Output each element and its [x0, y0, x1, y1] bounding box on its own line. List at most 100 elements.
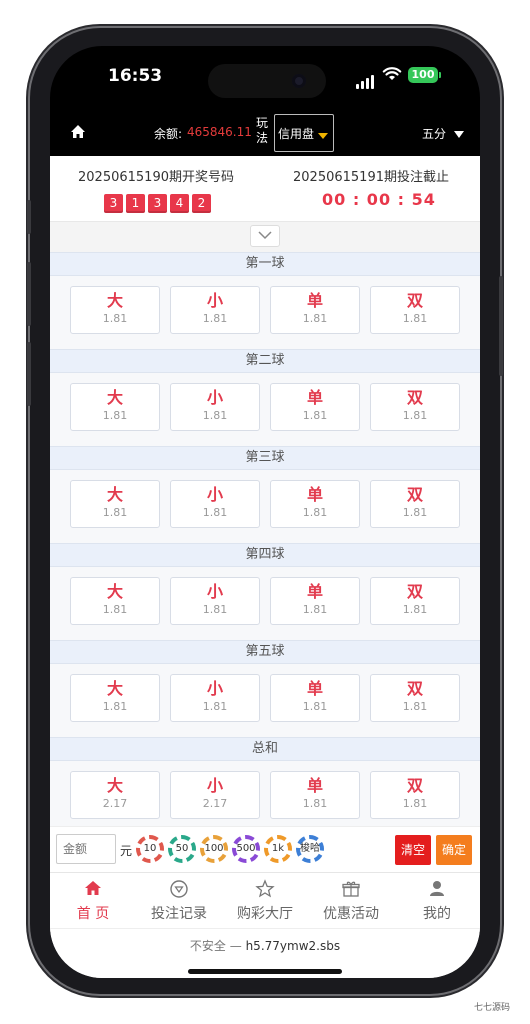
option-odds: 1.81 [302, 409, 328, 422]
clear-button[interactable]: 清空 [395, 835, 431, 865]
bet-option[interactable]: 大 1.81 [70, 577, 160, 625]
bet-option[interactable]: 小 1.81 [170, 577, 260, 625]
section-header: 第二球 [50, 349, 480, 373]
draw-info: 20250615190期开奖号码 31342 20250615191期投注截止 … [50, 156, 480, 222]
battery-icon: 100 [408, 67, 441, 83]
home-indicator[interactable] [188, 969, 342, 974]
bet-option[interactable]: 大 2.17 [70, 771, 160, 819]
option-odds: 1.81 [202, 603, 228, 616]
bet-option[interactable]: 双 1.81 [370, 286, 460, 334]
tab-promotions[interactable]: 优惠活动 [308, 879, 394, 923]
home-icon[interactable] [70, 124, 86, 139]
user-icon [394, 879, 480, 901]
bet-bar: 元 10 50 100 500 1k 梭哈 清空 确定 [50, 826, 480, 872]
bet-option[interactable]: 小 2.17 [170, 771, 260, 819]
balance-value: 465846.11 [187, 125, 252, 139]
option-odds: 1.81 [302, 312, 328, 325]
option-name: 单 [306, 679, 323, 698]
section-header: 第三球 [50, 446, 480, 470]
power-button [499, 276, 503, 376]
option-odds: 2.17 [102, 797, 128, 810]
confirm-button[interactable]: 确定 [436, 835, 472, 865]
bet-option[interactable]: 小 1.81 [170, 383, 260, 431]
tab-lobby[interactable]: 购彩大厅 [222, 879, 308, 923]
option-odds: 2.17 [202, 797, 228, 810]
unit-label: 元 [120, 844, 133, 858]
bet-option[interactable]: 单 1.81 [270, 383, 360, 431]
period-select-value: 五分 [422, 127, 447, 141]
tab-home[interactable]: 首 页 [50, 879, 136, 923]
url-bar[interactable]: 不安全 — h5.77ymw2.sbs [50, 928, 480, 978]
chip-all-in[interactable]: 梭哈 [296, 835, 324, 863]
expand-row [50, 222, 480, 252]
chip-10[interactable]: 10 [136, 835, 164, 863]
wifi-icon [382, 67, 402, 80]
chip-100[interactable]: 100 [200, 835, 228, 863]
option-odds: 1.81 [102, 603, 128, 616]
option-odds: 1.81 [302, 603, 328, 616]
bet-option[interactable]: 大 1.81 [70, 674, 160, 722]
home-icon [50, 879, 136, 901]
option-name: 小 [206, 291, 223, 310]
url-host: h5.77ymw2.sbs [245, 939, 341, 953]
mode-select[interactable]: 信用盘 [274, 114, 334, 152]
option-odds: 1.81 [402, 797, 428, 810]
bet-option[interactable]: 单 1.81 [270, 577, 360, 625]
draw-ball: 4 [170, 194, 189, 213]
bet-option[interactable]: 小 1.81 [170, 674, 260, 722]
tab-bar: 首 页 投注记录 购彩大厅 优惠活动 我的 [50, 872, 480, 928]
balance-label: 余额: [154, 127, 183, 141]
tab-label: 首 页 [76, 906, 110, 922]
draw-ball: 3 [104, 194, 123, 213]
tab-mine[interactable]: 我的 [394, 879, 480, 923]
last-draw-title: 20250615190期开奖号码 [78, 170, 234, 185]
option-odds: 1.81 [202, 312, 228, 325]
bet-option[interactable]: 单 1.81 [270, 674, 360, 722]
record-icon [136, 879, 222, 901]
bet-option[interactable]: 双 1.81 [370, 674, 460, 722]
bet-option[interactable]: 单 1.81 [270, 480, 360, 528]
status-time: 16:53 [108, 66, 163, 86]
dynamic-island [208, 64, 326, 98]
option-name: 双 [406, 776, 423, 795]
bet-option[interactable]: 大 1.81 [70, 383, 160, 431]
chip-1k[interactable]: 1k [264, 835, 292, 863]
options-row: 大 1.81 小 1.81 单 1.81 双 1.81 [50, 567, 480, 640]
play-label: 玩法 [256, 116, 269, 145]
option-odds: 1.81 [402, 409, 428, 422]
option-odds: 1.81 [202, 409, 228, 422]
bet-option[interactable]: 双 1.81 [370, 577, 460, 625]
option-name: 小 [206, 485, 223, 504]
amount-input[interactable] [56, 834, 116, 864]
option-odds: 1.81 [402, 312, 428, 325]
bet-option[interactable]: 双 1.81 [370, 383, 460, 431]
options-row: 大 1.81 小 1.81 单 1.81 双 1.81 [50, 470, 480, 543]
last-draw-numbers: 31342 [104, 192, 214, 213]
bet-option[interactable]: 大 1.81 [70, 286, 160, 334]
bet-option[interactable]: 大 1.81 [70, 480, 160, 528]
option-name: 单 [306, 485, 323, 504]
option-odds: 1.81 [202, 700, 228, 713]
period-select[interactable]: 五分 [422, 125, 465, 142]
bet-option[interactable]: 小 1.81 [170, 480, 260, 528]
bet-option[interactable]: 双 1.81 [370, 771, 460, 819]
tab-records[interactable]: 投注记录 [136, 879, 222, 923]
option-odds: 1.81 [302, 506, 328, 519]
signal-icon [356, 70, 376, 89]
chevron-down-icon [258, 231, 272, 240]
camera-icon [292, 74, 306, 88]
option-name: 双 [406, 485, 423, 504]
bet-option[interactable]: 小 1.81 [170, 286, 260, 334]
option-odds: 1.81 [302, 797, 328, 810]
bet-option[interactable]: 单 1.81 [270, 286, 360, 334]
chip-500[interactable]: 500 [232, 835, 260, 863]
option-name: 双 [406, 582, 423, 601]
chip-50[interactable]: 50 [168, 835, 196, 863]
bet-option[interactable]: 双 1.81 [370, 480, 460, 528]
option-name: 单 [306, 582, 323, 601]
main-content: 20250615190期开奖号码 31342 20250615191期投注截止 … [50, 156, 480, 978]
caret-down-icon [454, 131, 465, 138]
expand-button[interactable] [250, 225, 280, 247]
bet-option[interactable]: 单 1.81 [270, 771, 360, 819]
volume-down-button [27, 342, 31, 406]
